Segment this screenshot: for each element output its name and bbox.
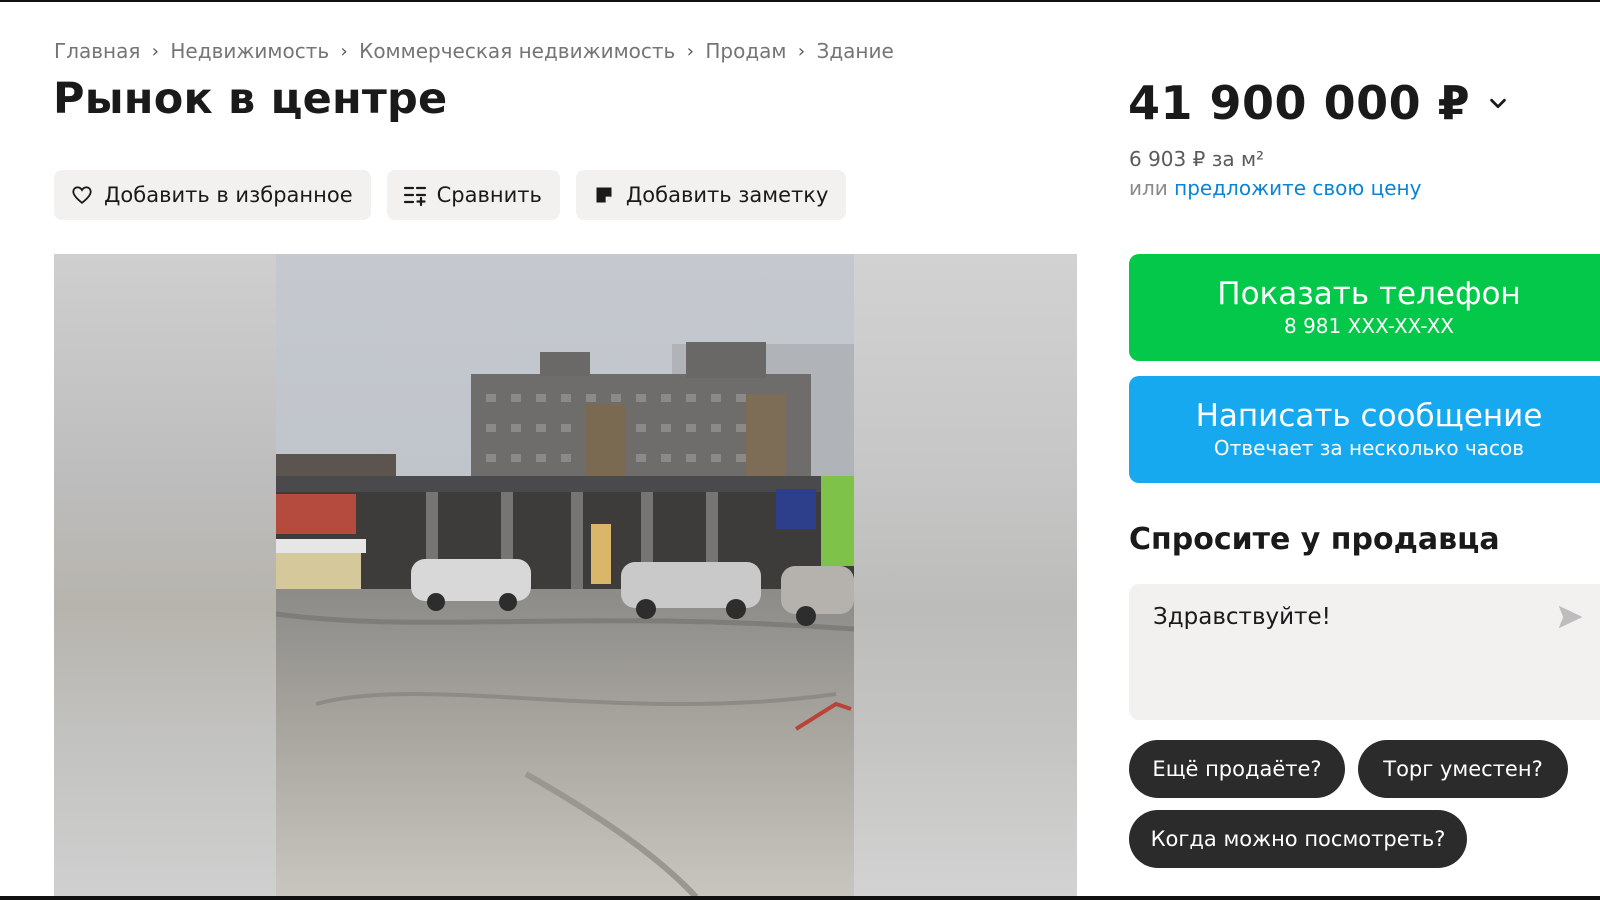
quick-reply-bargain[interactable]: Торг уместен? bbox=[1358, 740, 1568, 798]
listing-actions: Добавить в избранное Сравнить Добавить з… bbox=[54, 170, 847, 220]
response-time: Отвечает за несколько часов bbox=[1213, 435, 1525, 460]
add-to-favorites-button[interactable]: Добавить в избранное bbox=[54, 170, 371, 220]
bottom-border bbox=[0, 896, 1600, 900]
breadcrumb-commercial[interactable]: Коммерческая недвижимость bbox=[359, 39, 675, 63]
masked-phone-number: 8 981 XXX-XX-XX bbox=[1284, 313, 1454, 338]
breadcrumb: Главная › Недвижимость › Коммерческая не… bbox=[54, 38, 894, 64]
gallery-blur-left bbox=[54, 254, 276, 897]
show-phone-button[interactable]: Показать телефон 8 981 XXX-XX-XX bbox=[1129, 254, 1600, 361]
photo-gallery[interactable] bbox=[54, 254, 1077, 897]
offer-price-link[interactable]: предложите свою цену bbox=[1174, 176, 1421, 200]
breadcrumb-building[interactable]: Здание bbox=[817, 39, 894, 63]
add-to-favorites-label: Добавить в избранное bbox=[104, 183, 353, 207]
breadcrumb-separator-icon: › bbox=[151, 40, 159, 62]
compare-label: Сравнить bbox=[436, 183, 542, 207]
write-message-button[interactable]: Написать сообщение Отвечает за несколько… bbox=[1129, 376, 1600, 483]
page-title: Рынок в центре bbox=[53, 74, 448, 124]
gallery-blur-right bbox=[854, 254, 1077, 897]
listing-photo[interactable] bbox=[276, 254, 854, 897]
price-row: 41 900 000 ₽ bbox=[1128, 76, 1512, 130]
breadcrumb-separator-icon: › bbox=[686, 40, 694, 62]
compare-button[interactable]: Сравнить bbox=[386, 170, 560, 220]
quick-reply-still-selling[interactable]: Ещё продаёте? bbox=[1129, 740, 1345, 798]
seller-message-text[interactable]: Здравствуйте! bbox=[1153, 604, 1585, 630]
show-phone-label: Показать телефон bbox=[1217, 275, 1521, 312]
add-note-button[interactable]: Добавить заметку bbox=[575, 170, 847, 220]
ask-seller-title: Спросите у продавца bbox=[1129, 522, 1500, 557]
quick-reply-when-to-view[interactable]: Когда можно посмотреть? bbox=[1129, 810, 1467, 868]
breadcrumb-separator-icon: › bbox=[340, 40, 348, 62]
write-message-label: Написать сообщение bbox=[1195, 397, 1543, 434]
breadcrumb-separator-icon: › bbox=[797, 40, 806, 62]
breadcrumb-home[interactable]: Главная bbox=[54, 39, 140, 63]
note-icon bbox=[592, 183, 616, 207]
top-border bbox=[0, 0, 1600, 2]
heart-icon bbox=[70, 183, 94, 207]
send-icon[interactable] bbox=[1555, 602, 1585, 632]
breadcrumb-real-estate[interactable]: Недвижимость bbox=[170, 39, 329, 63]
chevron-down-icon[interactable] bbox=[1484, 89, 1512, 117]
compare-icon bbox=[403, 183, 427, 207]
seller-message-input[interactable]: Здравствуйте! bbox=[1129, 584, 1600, 720]
offer-line: или предложите свою цену bbox=[1129, 176, 1421, 200]
add-note-label: Добавить заметку bbox=[625, 183, 829, 207]
price: 41 900 000 ₽ bbox=[1128, 76, 1471, 130]
price-per-sqm: 6 903 ₽ за м² bbox=[1129, 147, 1265, 171]
breadcrumb-sell[interactable]: Продам bbox=[705, 39, 786, 63]
offer-prefix: или bbox=[1129, 176, 1175, 200]
